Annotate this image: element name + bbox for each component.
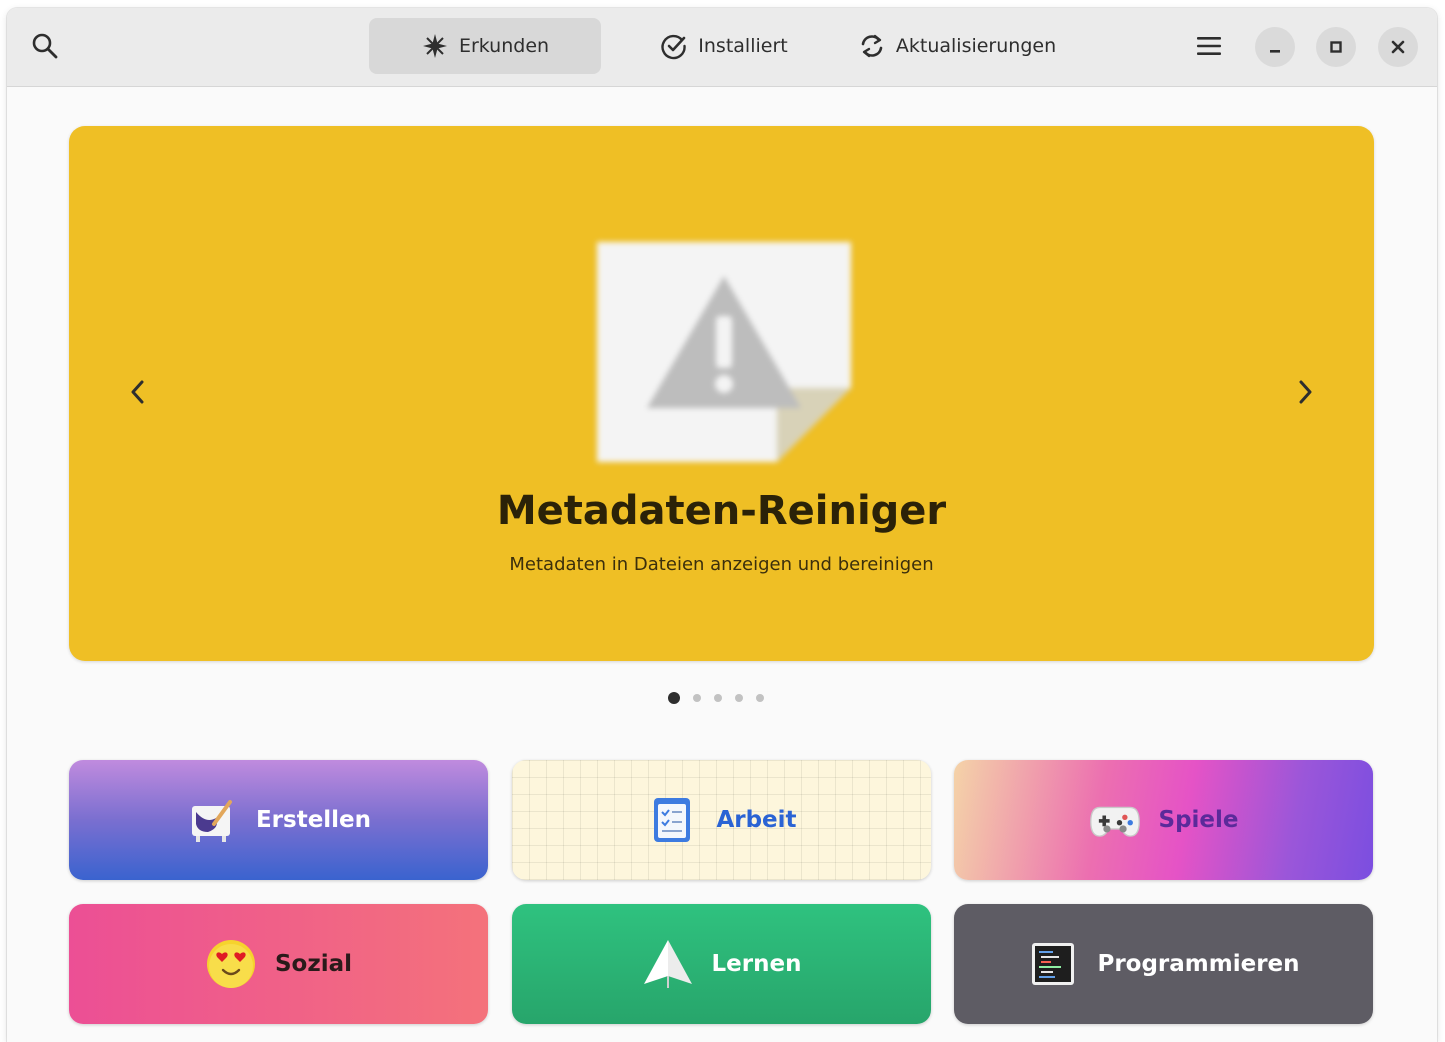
carousel-previous-button[interactable] — [116, 370, 160, 414]
featured-app-title: Metadaten-Reiniger — [496, 488, 947, 534]
checklist-icon — [646, 794, 698, 846]
minimize-button[interactable] — [1255, 27, 1295, 67]
refresh-icon — [861, 34, 883, 58]
main-menu-button[interactable] — [1187, 26, 1231, 66]
featured-app-subtitle: Metadaten in Dateien anzeigen und berein… — [509, 554, 934, 575]
search-icon — [32, 33, 58, 59]
carousel-dot-1[interactable] — [668, 692, 680, 704]
chevron-right-icon — [1299, 380, 1312, 404]
category-games-tile[interactable]: Spiele — [954, 760, 1373, 880]
tab-explore[interactable]: Erkunden — [369, 18, 601, 74]
minimize-icon — [1270, 50, 1280, 53]
tab-installed-label: Installiert — [698, 35, 788, 57]
check-circle-icon — [661, 34, 686, 60]
carousel-next-button[interactable] — [1283, 370, 1327, 414]
category-create-label: Erstellen — [255, 807, 372, 833]
featured-carousel-banner[interactable]: Metadaten-Reiniger Metadaten in Dateien … — [69, 126, 1374, 661]
gnome-software-window: Erkunden Installiert Aktualisierungen Me… — [7, 8, 1437, 1042]
carousel-dot-3[interactable] — [714, 694, 722, 702]
category-learn-label: Lernen — [711, 951, 802, 977]
explore-icon — [422, 34, 447, 58]
category-work-label: Arbeit — [716, 807, 797, 833]
tab-installed[interactable]: Installiert — [639, 18, 809, 74]
tab-updates[interactable]: Aktualisierungen — [847, 18, 1067, 74]
carousel-dot-4[interactable] — [735, 694, 743, 702]
gamepad-icon — [1089, 794, 1141, 846]
paper-plane-icon — [642, 938, 694, 990]
category-learn-tile[interactable]: Lernen — [512, 904, 931, 1024]
category-social-label: Sozial — [274, 951, 353, 977]
maximize-icon — [1330, 41, 1342, 53]
chevron-left-icon — [131, 380, 144, 404]
tab-updates-label: Aktualisierungen — [895, 35, 1057, 57]
tab-explore-label: Erkunden — [458, 35, 550, 57]
maximize-button[interactable] — [1316, 27, 1356, 67]
search-button[interactable] — [23, 26, 67, 66]
category-programming-tile[interactable]: Programmieren — [954, 904, 1373, 1024]
category-work-tile[interactable]: Arbeit — [512, 760, 931, 880]
terminal-icon — [1027, 938, 1079, 990]
paint-canvas-icon — [186, 794, 238, 846]
missing-image-icon — [597, 242, 851, 462]
heart-eyes-emoji-icon — [205, 938, 257, 990]
category-social-tile[interactable]: Sozial — [69, 904, 488, 1024]
close-button[interactable] — [1378, 27, 1418, 67]
close-icon — [1391, 40, 1405, 54]
category-games-label: Spiele — [1158, 807, 1239, 833]
header-bar: Erkunden Installiert Aktualisierungen — [7, 8, 1437, 87]
category-programming-label: Programmieren — [1097, 951, 1300, 977]
category-create-tile[interactable]: Erstellen — [69, 760, 488, 880]
hamburger-menu-icon — [1197, 37, 1221, 55]
carousel-dot-2[interactable] — [693, 694, 701, 702]
carousel-dot-5[interactable] — [756, 694, 764, 702]
carousel-page-indicator — [668, 691, 764, 705]
